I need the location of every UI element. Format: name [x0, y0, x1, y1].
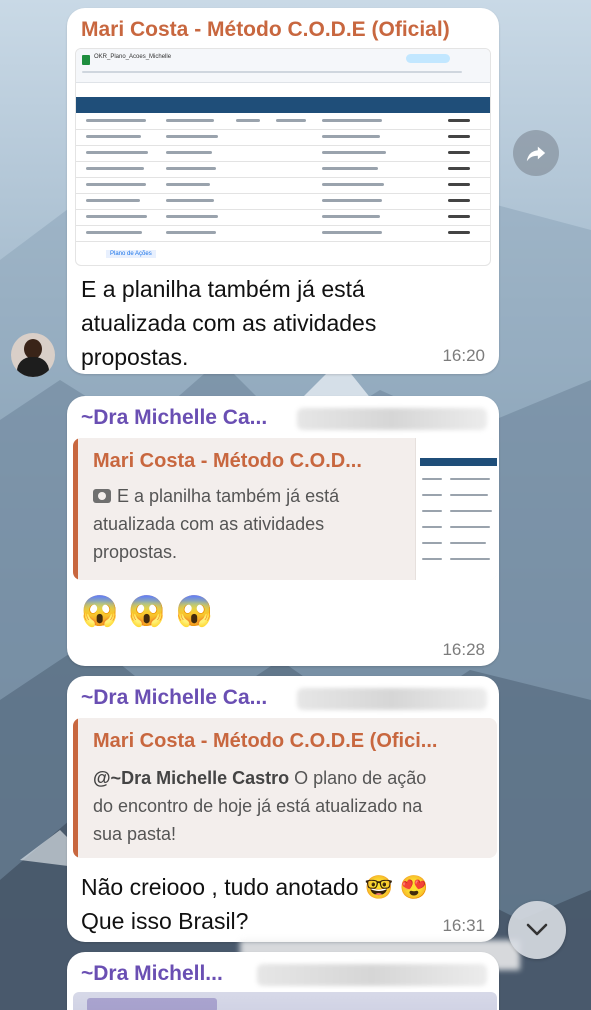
avatar[interactable]: [11, 333, 55, 377]
quote-bar: [73, 718, 78, 858]
forward-button[interactable]: [513, 130, 559, 176]
message-sender[interactable]: ~Dra Michell...: [81, 962, 251, 986]
message-text: E a planilha também já está atualizada c…: [81, 276, 377, 370]
quote-thumbnail: [415, 438, 497, 580]
quote-sender: Mari Costa - Método C.O.D.E (Ofici...: [93, 730, 438, 752]
message-bubble-4[interactable]: ~Dra Michell...: [67, 952, 499, 1010]
message-bubble-3[interactable]: ~Dra Michelle Ca... Mari Costa - Método …: [67, 676, 499, 942]
message-sender[interactable]: ~Dra Michelle Ca...: [81, 406, 291, 430]
reply-quote[interactable]: Mari Costa - Método C.O.D... E a planilh…: [73, 438, 497, 580]
message-sender[interactable]: Mari Costa - Método C.O.D.E (Oficial): [81, 18, 491, 42]
scream-emoji-2: 😱: [128, 595, 166, 628]
message-time: 16:28: [442, 640, 485, 659]
share-button: [406, 54, 450, 63]
reply-quote[interactable]: Mari Costa - Método C.O.D.E (Ofici... @~…: [73, 718, 497, 858]
sheet-toolbar: OKR_Plano_Acoes_Michelle: [76, 49, 490, 83]
scroll-down-button[interactable]: [508, 901, 566, 959]
message-sender[interactable]: ~Dra Michelle Ca...: [81, 686, 291, 710]
quote-sender: Mari Costa - Método C.O.D...: [93, 450, 362, 472]
sender-phone-redacted: [257, 964, 487, 986]
message-text: Não creiooo , tudo anotado 🤓 😍 Que isso …: [81, 874, 429, 934]
message-bubble-2[interactable]: ~Dra Michelle Ca... Mari Costa - Método …: [67, 396, 499, 666]
spreadsheet-image[interactable]: OKR_Plano_Acoes_Michelle Plano de Ações: [75, 48, 491, 266]
scream-emoji-1: 😱: [81, 595, 119, 628]
message-time: 16:31: [442, 916, 485, 935]
quote-text: @~Dra Michelle Castro O plano de ação do…: [93, 768, 427, 844]
message-bubble-1[interactable]: Mari Costa - Método C.O.D.E (Oficial) OK…: [67, 8, 499, 374]
message-time: 16:20: [442, 346, 485, 365]
reaction-emojis: 😱 😱 😱: [81, 592, 213, 632]
chevron-down-icon: [526, 923, 548, 936]
forward-icon: [526, 146, 546, 162]
sheet-file-title: OKR_Plano_Acoes_Michelle: [94, 54, 172, 60]
sheet-tab: Plano de Ações: [106, 250, 156, 258]
scream-emoji-3: 😱: [175, 595, 214, 628]
sender-phone-redacted: [297, 688, 487, 710]
quote-bar: [73, 438, 78, 580]
sheet-logo-icon: [82, 55, 90, 65]
mention[interactable]: @~Dra Michelle Castro: [93, 768, 289, 788]
partial-image: [73, 992, 497, 1010]
sheet-header-row: [76, 97, 490, 113]
camera-icon: [93, 489, 111, 503]
sender-phone-redacted: [297, 408, 487, 430]
quote-text: E a planilha também já está atualizada c…: [93, 486, 340, 562]
